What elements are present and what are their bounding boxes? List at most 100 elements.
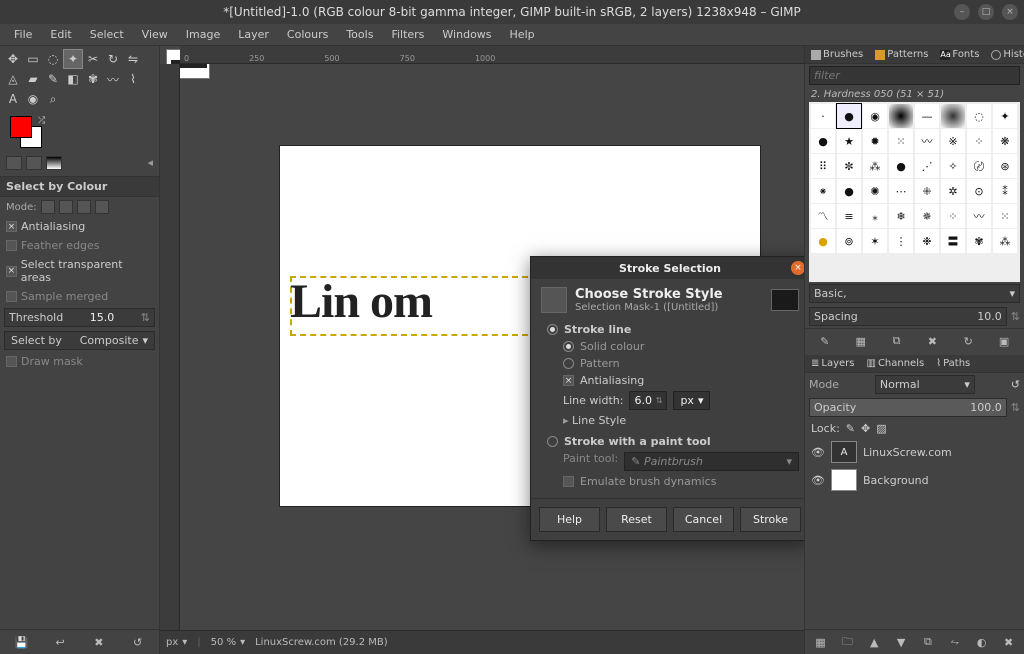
brush-cell[interactable]: ● <box>837 104 861 128</box>
brush-cell[interactable]: ● <box>837 179 861 203</box>
pattern-radio[interactable] <box>563 358 574 369</box>
tool-options-menu-icon[interactable]: ◂ <box>147 156 153 170</box>
lock-pixels-icon[interactable]: ✎ <box>846 422 855 435</box>
swap-colors-icon[interactable]: ⤮ <box>38 116 45 126</box>
brush-cell[interactable]: ✾ <box>967 229 991 253</box>
brush-cell[interactable]: ❉ <box>915 229 939 253</box>
lock-alpha-icon[interactable]: ▨ <box>876 422 886 435</box>
dialog-titlebar[interactable]: Stroke Selection × <box>531 257 804 279</box>
tab-channels[interactable]: ▥ Channels <box>860 355 930 372</box>
brush-cell[interactable]: 〰 <box>967 204 991 228</box>
layer-name[interactable]: LinuxScrew.com <box>863 446 952 459</box>
brush-cell[interactable]: ⊙ <box>967 179 991 203</box>
solid-colour-radio[interactable] <box>563 341 574 352</box>
mask-layer-icon[interactable]: ◐ <box>974 634 990 650</box>
maximize-button[interactable]: □ <box>978 4 994 20</box>
duplicate-brush-icon[interactable]: ⧉ <box>889 333 905 349</box>
feather-checkbox[interactable] <box>6 240 17 251</box>
tool-smudge[interactable]: 〰 <box>104 70 122 88</box>
tool-color-picker[interactable]: ◉ <box>24 90 42 108</box>
transparent-checkbox[interactable]: × <box>6 266 17 277</box>
stroke-button[interactable]: Stroke <box>740 507 801 532</box>
tool-paintbrush[interactable]: ✎ <box>44 70 62 88</box>
menu-tools[interactable]: Tools <box>338 26 381 43</box>
brush-cell[interactable]: ● <box>811 229 835 253</box>
lock-position-icon[interactable]: ✥ <box>861 422 870 435</box>
brush-cell[interactable]: ⊛ <box>993 154 1017 178</box>
draw-mask-checkbox[interactable] <box>6 356 17 367</box>
brush-cell[interactable]: ◉ <box>863 104 887 128</box>
blend-mode-dropdown[interactable]: Normal▾ <box>875 375 975 394</box>
merge-layer-icon[interactable]: ⥊ <box>947 634 963 650</box>
brush-cell[interactable]: ⋰ <box>915 154 939 178</box>
line-width-input[interactable]: 6.0⇅ <box>629 391 667 410</box>
reset-options-icon[interactable]: ↺ <box>130 634 146 650</box>
layer-row[interactable]: 👁 Background <box>805 466 1024 494</box>
mode-subtract-icon[interactable] <box>77 200 91 214</box>
brush-cell[interactable]: ✺ <box>863 179 887 203</box>
line-style-expander[interactable]: Line Style <box>563 414 626 427</box>
new-layer-icon[interactable]: ▦ <box>812 634 828 650</box>
brush-cell[interactable]: ⁑ <box>993 179 1017 203</box>
brush-cell[interactable]: ◌ <box>967 104 991 128</box>
brush-cell[interactable]: ✶ <box>863 229 887 253</box>
menu-select[interactable]: Select <box>82 26 132 43</box>
brush-cell[interactable]: — <box>915 104 939 128</box>
tool-eraser[interactable]: ◧ <box>64 70 82 88</box>
tool-bucket[interactable]: ▰ <box>24 70 42 88</box>
brush-cell[interactable]: ✧ <box>941 154 965 178</box>
restore-options-icon[interactable]: ↩ <box>52 634 68 650</box>
brush-cell[interactable]: ✦ <box>993 104 1017 128</box>
brush-cell[interactable]: ⁙ <box>993 204 1017 228</box>
cancel-button[interactable]: Cancel <box>673 507 734 532</box>
mode-switch-icon[interactable]: ↺ <box>1011 378 1020 391</box>
threshold-stepper-icon[interactable]: ⇅ <box>141 311 150 324</box>
layer-row[interactable]: 👁 A LinuxScrew.com <box>805 438 1024 466</box>
brush-cell[interactable] <box>941 104 965 128</box>
tool-warp[interactable]: ◬ <box>4 70 22 88</box>
tool-rect-select[interactable]: ▭ <box>24 50 42 68</box>
menu-file[interactable]: File <box>6 26 40 43</box>
tab-brushes[interactable]: Brushes <box>805 46 869 63</box>
spacing-slider[interactable]: Spacing10.0 <box>809 307 1007 326</box>
new-brush-icon[interactable]: ▦ <box>853 333 869 349</box>
brush-cell[interactable]: ※ <box>941 129 965 153</box>
layer-visibility-icon[interactable]: 👁 <box>811 446 825 459</box>
brush-cell[interactable]: ✼ <box>837 154 861 178</box>
edit-brush-icon[interactable]: ✎ <box>817 333 833 349</box>
menu-windows[interactable]: Windows <box>434 26 499 43</box>
active-pattern-indicator[interactable] <box>26 156 42 170</box>
help-button[interactable]: Help <box>539 507 600 532</box>
brush-cell[interactable]: ≡ <box>837 204 861 228</box>
brush-cell[interactable]: ⁙ <box>889 129 913 153</box>
tool-move[interactable]: ✥ <box>4 50 22 68</box>
raise-layer-icon[interactable]: ▲ <box>866 634 882 650</box>
layer-thumbnail[interactable]: A <box>831 441 857 463</box>
brush-cell[interactable]: ● <box>889 154 913 178</box>
menu-colours[interactable]: Colours <box>279 26 336 43</box>
lower-layer-icon[interactable]: ▼ <box>893 634 909 650</box>
brush-cell[interactable]: ⠿ <box>811 154 835 178</box>
mode-add-icon[interactable] <box>59 200 73 214</box>
brush-cell[interactable]: ❋ <box>993 129 1017 153</box>
menu-filters[interactable]: Filters <box>383 26 432 43</box>
emulate-dynamics-checkbox[interactable] <box>563 476 574 487</box>
brush-cell[interactable]: 〽 <box>811 204 835 228</box>
brush-cell[interactable]: 〓 <box>941 229 965 253</box>
brush-cell[interactable]: · <box>811 104 835 128</box>
tool-fuzzy-select[interactable]: ✦ <box>64 50 82 68</box>
brush-cell[interactable]: ❄ <box>889 204 913 228</box>
status-zoom-dropdown[interactable]: 50 % ▾ <box>211 637 245 648</box>
menu-image[interactable]: Image <box>178 26 228 43</box>
reset-button[interactable]: Reset <box>606 507 667 532</box>
brush-filter-input[interactable]: filter <box>809 66 1020 85</box>
foreground-color[interactable] <box>10 116 32 138</box>
tool-text[interactable]: A <box>4 90 22 108</box>
stepper-icon[interactable]: ⇅ <box>1011 401 1020 414</box>
refresh-brush-icon[interactable]: ↻ <box>960 333 976 349</box>
delete-options-icon[interactable]: ✖ <box>91 634 107 650</box>
menu-edit[interactable]: Edit <box>42 26 79 43</box>
minimize-button[interactable]: – <box>954 4 970 20</box>
sample-merged-checkbox[interactable] <box>6 291 17 302</box>
brush-cell[interactable]: ✲ <box>941 179 965 203</box>
